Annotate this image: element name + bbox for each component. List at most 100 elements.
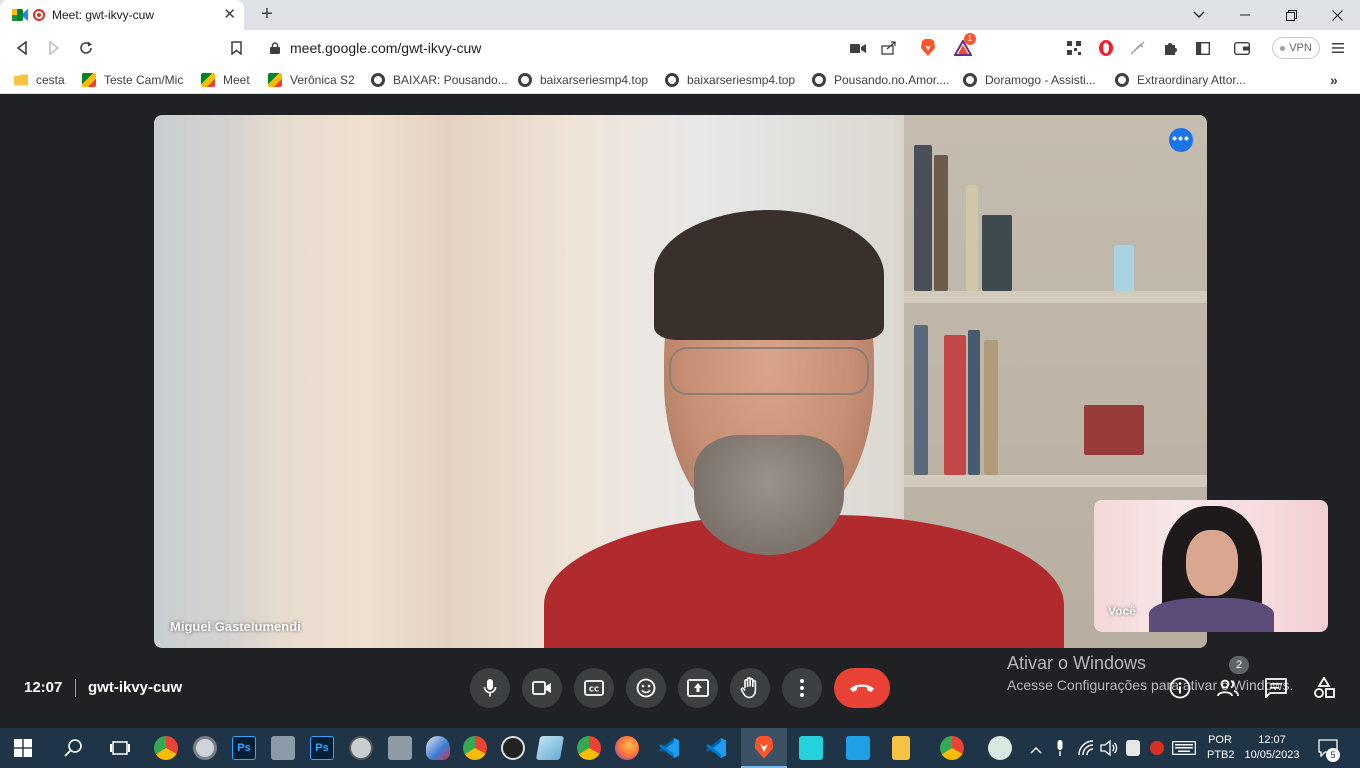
end-call-button[interactable] xyxy=(834,668,890,708)
meeting-details-button[interactable] xyxy=(1167,675,1193,701)
keyboard-tray-button[interactable] xyxy=(1172,741,1196,755)
address-bar[interactable]: meet.google.com/gwt-ikvy-cuw xyxy=(250,34,910,62)
microphone-button[interactable] xyxy=(470,668,510,708)
photoshop-taskbar-icon[interactable]: Ps xyxy=(310,736,334,760)
vscode-taskbar-icon[interactable] xyxy=(657,736,681,760)
microphone-tray-button[interactable] xyxy=(1054,739,1066,757)
alert-tray-icon[interactable] xyxy=(1150,741,1164,755)
meet-icon xyxy=(201,73,215,87)
volume-tray-button[interactable] xyxy=(1100,739,1118,757)
chrome-profile-taskbar-icon[interactable] xyxy=(154,736,178,760)
bookmark-item[interactable]: baixarseriesmp4.top xyxy=(665,71,795,89)
chrome-profile-taskbar-icon[interactable] xyxy=(940,736,964,760)
more-options-button[interactable] xyxy=(782,668,822,708)
input-language-button[interactable]: POR PTB2 xyxy=(1207,733,1235,763)
minimize-button[interactable] xyxy=(1222,0,1268,30)
self-view-tile[interactable]: Você xyxy=(1094,500,1328,632)
raise-hand-button[interactable] xyxy=(730,668,770,708)
vpn-button[interactable]: VPN xyxy=(1272,37,1320,59)
brave-rewards-button[interactable]: 1 xyxy=(953,33,976,58)
brave-taskbar-button-active[interactable] xyxy=(741,728,787,768)
new-tab-button[interactable]: + xyxy=(257,4,277,24)
chat-button[interactable] xyxy=(1263,675,1289,701)
captions-button[interactable]: CC xyxy=(574,668,614,708)
browser-menu-button[interactable] xyxy=(1328,38,1348,58)
bookmark-item[interactable]: Doramogo - Assisti... xyxy=(963,71,1096,89)
globe-icon xyxy=(371,73,385,87)
book xyxy=(984,340,998,475)
qr-code-icon xyxy=(1067,41,1081,55)
share-button[interactable] xyxy=(879,38,899,58)
participant-count-badge: 2 xyxy=(1229,656,1249,674)
bookmark-item[interactable]: Verônica S2 xyxy=(268,71,355,89)
system-clock[interactable]: 12:07 10/05/2023 xyxy=(1240,733,1304,763)
app-taskbar-icon[interactable] xyxy=(271,736,295,760)
taskbar-search-button[interactable] xyxy=(62,736,86,760)
camera-button[interactable] xyxy=(522,668,562,708)
bookmark-item[interactable]: Extraordinary Attor... xyxy=(1115,71,1246,89)
bookmark-item[interactable]: Meet xyxy=(201,71,250,89)
restore-button[interactable] xyxy=(1268,0,1314,30)
extensions-menu-button[interactable] xyxy=(1160,38,1180,58)
tab-close-button[interactable]: ✕ xyxy=(223,7,236,23)
bookmark-item[interactable]: cesta xyxy=(14,71,65,89)
close-window-button[interactable] xyxy=(1314,0,1360,30)
bookmark-item[interactable]: BAIXAR: Pousando... xyxy=(371,71,508,89)
vertical-dots-icon xyxy=(800,679,804,697)
bookmark-item[interactable]: Pousando.no.Amor.... xyxy=(812,71,949,89)
chrome-profile-taskbar-icon[interactable] xyxy=(988,736,1012,760)
keyboard-icon xyxy=(1172,741,1196,755)
firefox-taskbar-icon[interactable] xyxy=(615,736,639,760)
chrome-taskbar-icon[interactable] xyxy=(463,736,487,760)
vscode-taskbar-icon[interactable] xyxy=(704,736,728,760)
bookmark-label: Verônica S2 xyxy=(290,73,355,87)
lock-icon xyxy=(270,42,280,54)
participant-name: Miguel Gastelumendi xyxy=(170,619,301,634)
window-app-taskbar-icon[interactable] xyxy=(846,736,870,760)
bookmark-item[interactable]: Teste Cam/Mic xyxy=(82,71,183,89)
extension-button[interactable] xyxy=(1128,38,1148,58)
reactions-button[interactable] xyxy=(626,668,666,708)
clock-app-taskbar-icon[interactable] xyxy=(193,736,217,760)
tab-search-button[interactable] xyxy=(1176,0,1222,30)
reload-button[interactable] xyxy=(76,38,96,58)
file-explorer-taskbar-icon[interactable] xyxy=(892,736,910,760)
qr-code-button[interactable] xyxy=(1064,38,1084,58)
bookmarks-overflow-button[interactable]: » xyxy=(1330,71,1338,89)
calculator-taskbar-icon[interactable] xyxy=(388,736,412,760)
amazon-music-taskbar-icon[interactable] xyxy=(799,736,823,760)
bookmark-page-button[interactable] xyxy=(226,38,246,58)
active-tab[interactable]: Meet: gwt-ikvy-cuw ✕ xyxy=(0,0,244,30)
main-participant-video[interactable]: Miguel Gastelumendi ••• xyxy=(154,115,1207,648)
wallet-button[interactable] xyxy=(1232,38,1252,58)
brave-shields-button[interactable] xyxy=(918,38,938,58)
forward-button[interactable] xyxy=(44,38,64,58)
people-button[interactable] xyxy=(1215,675,1241,701)
windows-start-button[interactable] xyxy=(14,739,32,757)
notes-taskbar-icon[interactable] xyxy=(535,736,565,760)
shelf-board xyxy=(904,291,1207,303)
photoshop-taskbar-icon[interactable]: Ps xyxy=(232,736,256,760)
show-hidden-icons-button[interactable] xyxy=(1030,741,1042,754)
reload-icon xyxy=(80,41,92,54)
back-button[interactable] xyxy=(12,38,32,58)
alarm-taskbar-icon[interactable] xyxy=(349,736,373,760)
chrome-profile-taskbar-icon[interactable] xyxy=(577,736,601,760)
more-options-icon[interactable]: ••• xyxy=(1169,128,1193,152)
present-screen-button[interactable] xyxy=(678,668,718,708)
sidebar-button[interactable] xyxy=(1193,38,1213,58)
task-view-button[interactable] xyxy=(108,736,132,760)
camera-icon xyxy=(850,43,866,53)
bookmark-label: cesta xyxy=(36,73,65,87)
self-clothing xyxy=(1149,598,1274,632)
bookmark-icon xyxy=(230,41,242,55)
media-player-taskbar-icon[interactable] xyxy=(501,736,525,760)
bookmark-item[interactable]: baixarseriesmp4.top xyxy=(518,71,648,89)
camera-permission-button[interactable] xyxy=(848,38,868,58)
security-tray-icon[interactable] xyxy=(1126,740,1140,756)
opera-extension-button[interactable] xyxy=(1096,38,1116,58)
activities-button[interactable] xyxy=(1311,675,1337,701)
paint-taskbar-icon[interactable] xyxy=(426,736,450,760)
notifications-count-badge: 5 xyxy=(1326,748,1340,762)
network-tray-button[interactable] xyxy=(1078,740,1094,756)
